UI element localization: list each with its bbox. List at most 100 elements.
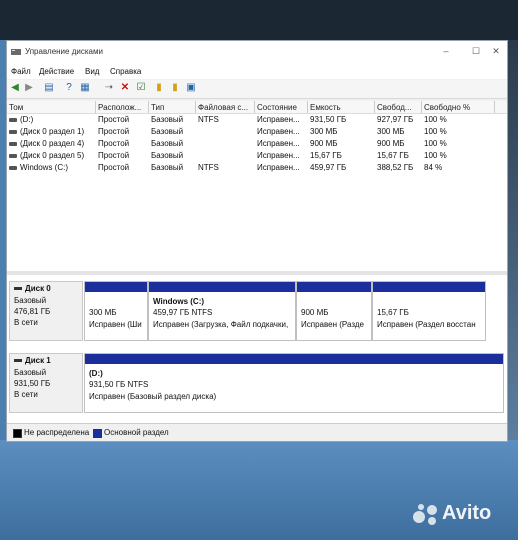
cell-filesystem: NTFS xyxy=(198,163,219,172)
volume-list: Том Располож... Тип Файловая с... Состоя… xyxy=(7,101,507,271)
partition-state: Исправен (Раздел восстан xyxy=(377,320,476,329)
menu-action[interactable]: Действие xyxy=(39,67,74,76)
menu-bar: Файл Действие Вид Справка xyxy=(7,63,507,79)
cell-free-percent: 84 % xyxy=(424,163,443,172)
partition-disk0-1[interactable]: 300 МБ Исправен (Ши xyxy=(84,281,148,341)
desktop-background xyxy=(0,440,518,540)
col-header-type[interactable]: Тип xyxy=(151,103,195,112)
disk-type: Базовый xyxy=(14,296,47,305)
disk-icon xyxy=(14,287,22,290)
cell-status: Исправен... xyxy=(257,151,300,160)
cell-capacity: 459,97 ГБ xyxy=(310,163,347,172)
check-icon[interactable]: ☑ xyxy=(135,82,147,94)
minimize-button[interactable]: – xyxy=(435,44,457,58)
volume-icon xyxy=(9,130,17,134)
partition-bar xyxy=(85,282,147,292)
window-title: Управление дисками xyxy=(25,47,103,56)
legend-unallocated-label: Не распределена xyxy=(24,428,90,437)
legend-unallocated-swatch xyxy=(13,429,22,438)
partition-state: Исправен (Ши xyxy=(89,320,142,329)
disk-0-label[interactable]: Диск 0 Базовый 476,81 ГБ В сети xyxy=(9,281,83,341)
close-button[interactable]: ✕ xyxy=(485,44,507,58)
col-header-layout[interactable]: Располож... xyxy=(98,103,148,112)
legend-primary-swatch xyxy=(93,429,102,438)
partition-size: 15,67 ГБ xyxy=(377,308,409,317)
partition-size: 459,97 ГБ NTFS xyxy=(153,308,213,317)
cell-free: 300 МБ xyxy=(377,127,405,136)
cell-free-percent: 100 % xyxy=(424,151,447,160)
volume-row[interactable]: Windows (C:) Простой Базовый NTFS Исправ… xyxy=(7,162,507,174)
cell-layout: Простой xyxy=(98,127,130,136)
col-header-filesystem[interactable]: Файловая с... xyxy=(198,103,254,112)
snapin-icon[interactable]: ▣ xyxy=(185,82,197,94)
partition-bar xyxy=(373,282,485,292)
volume-row[interactable]: (D:) Простой Базовый NTFS Исправен... 93… xyxy=(7,114,507,126)
col-header-free[interactable]: Свобод... xyxy=(377,103,421,112)
folder-icon[interactable]: ▮ xyxy=(153,82,165,94)
cell-type: Базовый xyxy=(151,115,184,124)
help-icon[interactable]: ? xyxy=(63,82,75,94)
properties-icon[interactable]: ▤ xyxy=(43,82,55,94)
cell-capacity: 900 МБ xyxy=(310,139,338,148)
connect-icon[interactable]: ➝ xyxy=(103,82,115,94)
volume-row[interactable]: (Диск 0 раздел 1) Простой Базовый Исправ… xyxy=(7,126,507,138)
partition-disk0-4[interactable]: 900 МБ Исправен (Разде xyxy=(296,281,372,341)
volume-row[interactable]: (Диск 0 раздел 4) Простой Базовый Исправ… xyxy=(7,138,507,150)
volume-icon xyxy=(9,166,17,170)
cell-free: 388,52 ГБ xyxy=(377,163,414,172)
cell-free: 900 МБ xyxy=(377,139,405,148)
cell-layout: Простой xyxy=(98,115,130,124)
legend-primary-label: Основной раздел xyxy=(104,428,169,437)
folder-new-icon[interactable]: ▮ xyxy=(169,82,181,94)
cell-status: Исправен... xyxy=(257,139,300,148)
cell-free: 15,67 ГБ xyxy=(377,151,409,160)
col-header-volume[interactable]: Том xyxy=(9,103,95,112)
cell-capacity: 931,50 ГБ xyxy=(310,115,347,124)
disk-map: Диск 0 Базовый 476,81 ГБ В сети 300 МБ И… xyxy=(7,275,507,423)
volume-list-header: Том Располож... Тип Файловая с... Состоя… xyxy=(7,101,507,114)
col-header-status[interactable]: Состояние xyxy=(257,103,307,112)
partition-state: Исправен (Разде xyxy=(301,320,364,329)
cell-type: Базовый xyxy=(151,127,184,136)
cell-status: Исправен... xyxy=(257,163,300,172)
partition-windows-c[interactable]: Windows (C:) 459,97 ГБ NTFS Исправен (За… xyxy=(148,281,296,341)
partition-name: Windows (C:) xyxy=(153,297,205,306)
disk-size: 476,81 ГБ xyxy=(14,307,51,316)
disk-name: Диск 0 xyxy=(25,284,51,293)
cell-type: Базовый xyxy=(151,139,184,148)
cell-volume: Windows (C:) xyxy=(20,163,69,172)
col-header-free-percent[interactable]: Свободно % xyxy=(424,103,494,112)
menu-help[interactable]: Справка xyxy=(110,67,141,76)
console-icon[interactable]: ▦ xyxy=(79,82,91,94)
cell-layout: Простой xyxy=(98,139,130,148)
cell-volume: (Диск 0 раздел 1) xyxy=(20,127,85,136)
partition-size: 931,50 ГБ NTFS xyxy=(89,380,149,389)
back-icon[interactable]: ◀ xyxy=(9,82,21,94)
disk-name: Диск 1 xyxy=(25,356,51,365)
col-header-capacity[interactable]: Емкость xyxy=(310,103,374,112)
delete-icon[interactable]: ✕ xyxy=(119,82,131,94)
legend: Не распределена Основной раздел xyxy=(7,423,507,441)
partition-disk0-5[interactable]: 15,67 ГБ Исправен (Раздел восстан xyxy=(372,281,486,341)
cell-capacity: 15,67 ГБ xyxy=(310,151,342,160)
partition-state: Исправен (Загрузка, Файл подкачки, xyxy=(153,320,289,329)
cell-layout: Простой xyxy=(98,163,130,172)
cell-type: Базовый xyxy=(151,163,184,172)
menu-file[interactable]: Файл xyxy=(11,67,31,76)
disk-status: В сети xyxy=(14,318,38,327)
cell-type: Базовый xyxy=(151,151,184,160)
cell-filesystem: NTFS xyxy=(198,115,219,124)
volume-icon xyxy=(9,118,17,122)
partition-disk1-d[interactable]: (D:) 931,50 ГБ NTFS Исправен (Базовый ра… xyxy=(84,353,504,413)
cell-free: 927,97 ГБ xyxy=(377,115,414,124)
maximize-button[interactable]: ☐ xyxy=(465,44,487,58)
toolbar: ◀ ▶ ▤ ? ▦ ➝ ✕ ☑ ▮ ▮ ▣ xyxy=(7,80,507,99)
disk-1-label[interactable]: Диск 1 Базовый 931,50 ГБ В сети xyxy=(9,353,83,413)
volume-row[interactable]: (Диск 0 раздел 5) Простой Базовый Исправ… xyxy=(7,150,507,162)
disk-management-window: Управление дисками – ☐ ✕ Файл Действие В… xyxy=(6,40,508,442)
forward-icon[interactable]: ▶ xyxy=(23,82,35,94)
volume-icon xyxy=(9,142,17,146)
menu-view[interactable]: Вид xyxy=(85,67,99,76)
disk-status: В сети xyxy=(14,390,38,399)
partition-size: 300 МБ xyxy=(89,308,117,317)
